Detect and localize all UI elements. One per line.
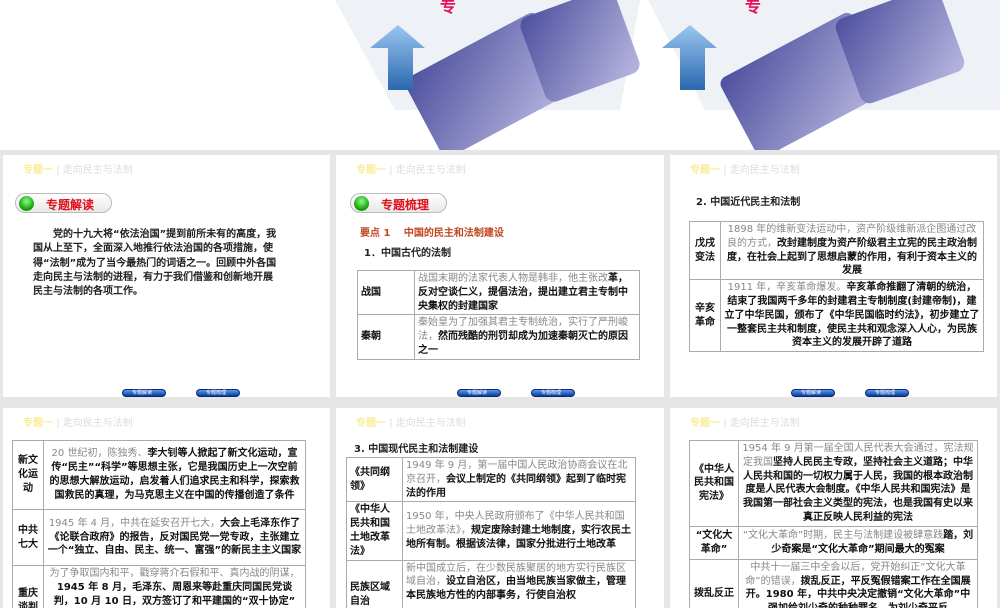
title-banner: 专 专 (0, 0, 1000, 150)
nav-button-interpret[interactable]: 专题解读 (457, 389, 501, 397)
slide-thumbnail-3[interactable]: 专题一 | 走向民主与法制 2. 中国近代民主和法制 戊戌变法1898 年的维新… (670, 155, 997, 397)
slide-thumbnail-4[interactable]: 专题一 | 走向民主与法制 新文化运动20 世纪初，陈独秀、李大钊等人掀起了新文… (3, 408, 330, 608)
tile-group-left: 专 (335, 0, 642, 150)
intro-paragraph: 党的十九大将“依法治国”提到前所未有的高度，我国从上至下，全面深入地推行依法治国… (33, 228, 281, 299)
slide-header: 专题一 | 走向民主与法制 (23, 161, 133, 176)
slide-header: 专题一 | 走向民主与法制 (23, 414, 133, 429)
table-row: 重庆谈判为了争取国内和平，戳穿蒋介石假和平、真内战的阴谋，1945 年 8 月，… (13, 566, 306, 608)
slide-header: 专题一 | 走向民主与法制 (356, 414, 466, 429)
content-table: 《中华人民共和国宪法》1954 年 9 月第一届全国人民代表大会通过，宪法规定我… (689, 440, 978, 608)
decorative-banner-graphic: 专 专 (0, 0, 1000, 150)
table-row: “文化大革命”“文化大革命”时期，民主与法制建设被肆意践踏，刘少奇案是“文化大革… (690, 526, 978, 559)
table-row: 民族区域自治新中国成立后，在少数民族聚居的地方实行民族区域自治，设立自治区，由当… (347, 560, 636, 608)
table-row: 《中华人民共和国土地改革法》1950 年，中央人民政府颁布了《中华人民共和国土地… (347, 502, 636, 560)
table-row: 戊戌变法1898 年的维新变法运动中，资产阶级维新派企图通过改良的方式，改封建制… (690, 222, 984, 280)
nav-button-interpret[interactable]: 专题解读 (122, 389, 166, 397)
slide-thumbnail-6[interactable]: 专题一 | 走向民主与法制 《中华人民共和国宪法》1954 年 9 月第一届全国… (670, 408, 997, 608)
content-table: 新文化运动20 世纪初，陈独秀、李大钊等人掀起了新文化运动，宣传“民主”“科学”… (12, 440, 306, 608)
nav-button-interpret[interactable]: 专题解读 (791, 389, 835, 397)
subsection-title: 2. 中国近代民主和法制 (696, 193, 800, 208)
banner-lettering: 专 (440, 0, 456, 16)
section-pill: 专题梳理 (350, 193, 447, 213)
slide-thumbnail-1[interactable]: 专题一 | 走向民主与法制 专题解读 党的十九大将“依法治国”提到前所未有的高度… (3, 155, 330, 397)
table-row: 战国战国末期的法家代表人物是韩非，他主张改革，反对空谈仁义，提倡法治，提出建立君… (358, 271, 640, 315)
content-table: 戊戌变法1898 年的维新变法运动中，资产阶级维新派企图通过改良的方式，改封建制… (689, 221, 984, 352)
key-point-title: 要点 1 中国的民主和法制建设 (360, 224, 504, 239)
banner-lettering: 专 (745, 0, 761, 16)
table-row: 中共七大1945 年 4 月，中共在延安召开七大，大会上毛泽东作了《论联合政府》… (13, 510, 306, 566)
nav-button-outline[interactable]: 专题梳理 (196, 389, 240, 397)
table-row: 拨乱反正中共十一届三中全会以后，党开始纠正“文化大革命”的错误，拨乱反正，平反冤… (690, 559, 978, 608)
slide-header: 专题一 | 走向民主与法制 (690, 414, 800, 429)
green-dot-icon (354, 196, 369, 211)
green-dot-icon (19, 196, 34, 211)
content-table: 《共同纲领》1949 年 9 月，第一届中国人民政治协商会议在北京召开，会议上制… (346, 457, 636, 608)
table-row: 辛亥革命1911 年，辛亥革命爆发。辛亥革命推翻了清朝的统治，结束了我国两千多年… (690, 280, 984, 352)
tile-group-right: 专 (648, 0, 1000, 150)
table-row: 《共同纲领》1949 年 9 月，第一届中国人民政治协商会议在北京召开，会议上制… (347, 458, 636, 502)
table-row: 秦朝秦始皇为了加强其君主专制统治，实行了严刑峻法，然而残酷的刑罚却成为加速秦朝灭… (358, 315, 640, 359)
slide-header: 专题一 | 走向民主与法制 (690, 161, 800, 176)
content-table: 战国战国末期的法家代表人物是韩非，他主张改革，反对空谈仁义，提倡法治，提出建立君… (357, 270, 640, 360)
table-row: 新文化运动20 世纪初，陈独秀、李大钊等人掀起了新文化运动，宣传“民主”“科学”… (13, 441, 306, 510)
subsection-title: 1．中国古代的法制 (364, 244, 451, 259)
slide-thumbnail-2[interactable]: 专题一 | 走向民主与法制 专题梳理 要点 1 中国的民主和法制建设 1．中国古… (336, 155, 664, 397)
slide-thumbnail-5[interactable]: 专题一 | 走向民主与法制 3. 中国现代民主和法制建设 《共同纲领》1949 … (336, 408, 664, 608)
nav-button-outline[interactable]: 专题梳理 (531, 389, 575, 397)
subsection-title: 3. 中国现代民主和法制建设 (354, 440, 478, 455)
section-pill: 专题解读 (15, 193, 112, 213)
table-row: 《中华人民共和国宪法》1954 年 9 月第一届全国人民代表大会通过，宪法规定我… (690, 441, 978, 527)
slide-header: 专题一 | 走向民主与法制 (356, 161, 466, 176)
nav-button-outline[interactable]: 专题梳理 (865, 389, 909, 397)
